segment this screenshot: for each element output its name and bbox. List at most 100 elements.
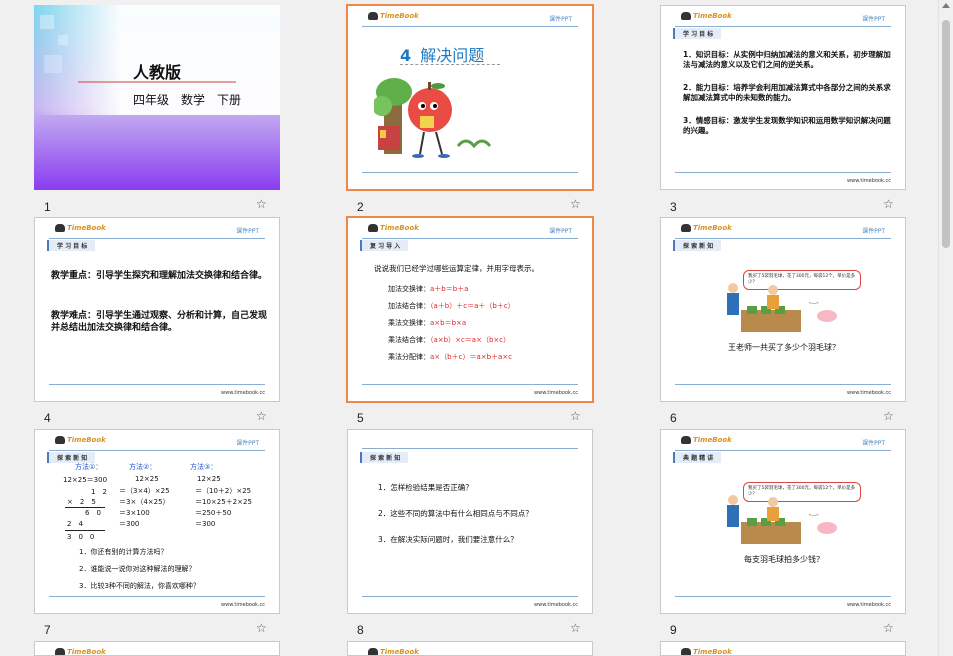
method-1-label: 方法①： — [75, 463, 103, 471]
slide-2-title-number: 4 — [400, 46, 412, 65]
footer-url: www.timebook.cc — [847, 602, 891, 608]
timebook-logo: TimeBook — [368, 648, 419, 655]
timebook-logo: TimeBook — [368, 224, 419, 232]
law-row: 乘法交换律：a×b＝b×a — [388, 319, 467, 327]
slide-7-question: 2．谁能说一说你对这种解法的理解？ — [79, 565, 196, 573]
slide-5-intro: 说说我们已经学过哪些运算定律，并用字母表示。 — [374, 264, 539, 273]
svg-text:"一": "一" — [809, 302, 819, 308]
method-1-line: 1 2 — [91, 488, 107, 496]
method-2-line: 12×25 — [135, 475, 159, 483]
slide-thumbnail-5[interactable]: TimeBook 课件PPT 复 习 导 入 说说我们已经学过哪些运算定律，并用… — [346, 216, 594, 403]
slide-thumbnail-10[interactable]: TimeBook — [34, 641, 280, 656]
footer-rule — [362, 596, 578, 597]
slide-thumbnail-1[interactable]: 人教版 四年级 数学 下册 — [34, 5, 280, 190]
footer-url: www.timebook.cc — [847, 178, 891, 184]
slide-thumbnail-11[interactable]: TimeBook — [347, 641, 593, 656]
courseware-label: 课件PPT — [549, 228, 572, 235]
header-rule — [362, 238, 578, 239]
method-1-line: 2 4 — [67, 520, 83, 528]
star-icon[interactable]: ☆ — [570, 198, 584, 210]
footer-url: www.timebook.cc — [847, 390, 891, 396]
header-rule — [675, 26, 891, 27]
slide-thumbnail-4[interactable]: TimeBook 课件PPT 学 习 目 标 教学重点：引导学生探究和理解加法交… — [34, 217, 280, 402]
star-icon[interactable]: ☆ — [570, 410, 584, 422]
method-3-line: 12×25 — [197, 475, 221, 483]
slide-number-5: 5 — [357, 411, 364, 425]
section-tag: 典 题 精 讲 — [673, 452, 722, 463]
method-3-label: 方法③： — [190, 463, 218, 471]
slide-number-2: 2 — [357, 200, 364, 214]
method-1-line: 12×25＝300 — [63, 476, 108, 484]
footer-rule — [675, 596, 891, 597]
slide-8-question: 2．这些不同的算法中有什么相同点与不同点？ — [378, 509, 533, 518]
star-icon[interactable]: ☆ — [256, 410, 270, 422]
method-3-line: ＝（10＋2）×25 — [195, 487, 252, 495]
slide-3-line-1: 1．知识目标：从实例中归纳加减法的意义和关系，初步理解加法与减法的意义以及它们之… — [683, 50, 891, 69]
header-rule — [675, 450, 891, 451]
slide-1-title: 人教版 — [132, 63, 181, 82]
footer-rule — [49, 384, 265, 385]
method-3-line: ＝250＋50 — [195, 509, 232, 517]
slide-2-title: 4 解决问题 — [400, 42, 484, 66]
star-icon[interactable]: ☆ — [883, 198, 897, 210]
slide-1-subtitle: 四年级 数学 下册 — [132, 93, 241, 107]
slide-4-key-point: 教学重点：引导学生探究和理解加法交换律和结合律。 — [51, 271, 268, 281]
slide-thumbnail-9[interactable]: TimeBook 课件PPT 典 题 精 讲 我买了5袋羽毛球，花了300元，每… — [660, 429, 906, 614]
vertical-scrollbar[interactable] — [938, 0, 953, 656]
courseware-label: 课件PPT — [236, 228, 259, 235]
footer-rule — [362, 384, 578, 385]
footer-url: www.timebook.cc — [221, 602, 265, 608]
slide-9-question: 每支羽毛球拍多少钱？ — [744, 555, 824, 564]
header-rule — [49, 450, 265, 451]
law-row: 加法结合律：（a＋b）＋c＝a＋（b＋c） — [388, 302, 515, 310]
method-2-line: ＝3×（4×25） — [119, 498, 170, 506]
courseware-label: 课件PPT — [862, 228, 885, 235]
footer-url: www.timebook.cc — [221, 390, 265, 396]
method-1-line: × 2 5 — [67, 498, 96, 506]
star-icon[interactable]: ☆ — [883, 622, 897, 634]
header-rule — [675, 238, 891, 239]
timebook-logo: TimeBook — [681, 12, 732, 20]
timebook-logo: TimeBook — [681, 224, 732, 232]
star-icon[interactable]: ☆ — [570, 622, 584, 634]
star-icon[interactable]: ☆ — [883, 410, 897, 422]
slide-number-9: 9 — [670, 623, 677, 637]
slide-thumbnail-12[interactable]: TimeBook — [660, 641, 906, 656]
timebook-logo: TimeBook — [681, 648, 732, 655]
classroom-illustration: "一" — [727, 495, 837, 544]
slide-thumbnail-2[interactable]: TimeBook 课件PPT 4 解决问题 — [346, 4, 594, 191]
method-1-line: 3 0 0 — [67, 533, 95, 541]
timebook-logo: TimeBook — [55, 436, 106, 444]
svg-text:"一": "一" — [809, 514, 819, 520]
slide-number-8: 8 — [357, 623, 364, 637]
scroll-up-arrow-icon[interactable] — [942, 3, 950, 8]
slide-thumbnail-8[interactable]: 探 索 新 知 1．怎样检验结果是否正确？ 2．这些不同的算法中有什么相同点与不… — [347, 429, 593, 614]
star-icon[interactable]: ☆ — [256, 198, 270, 210]
slide-thumbnail-7[interactable]: TimeBook 课件PPT 探 索 新 知 方法①： 方法②： 方法③： 12… — [34, 429, 280, 614]
law-list: 加法交换律：a＋b＝b＋a 加法结合律：（a＋b）＋c＝a＋（b＋c） 乘法交换… — [388, 284, 515, 369]
slide-7-question: 3．比较3种不同的解法，你喜欢哪种？ — [79, 582, 200, 590]
timebook-logo: TimeBook — [55, 648, 106, 655]
star-icon[interactable]: ☆ — [256, 622, 270, 634]
slide-6-question: 王老师一共买了多少个羽毛球？ — [728, 343, 840, 352]
footer-url: www.timebook.cc — [534, 390, 578, 396]
section-tag: 复 习 导 入 — [360, 240, 409, 251]
slide-3-line-2: 2．能力目标：培养学会利用加减法算式中各部分之间的关系求解加减法算式中的未知数的… — [683, 83, 891, 102]
footer-url: www.timebook.cc — [534, 602, 578, 608]
header-rule — [362, 26, 578, 27]
classroom-illustration: "一" — [727, 283, 837, 332]
timebook-logo: TimeBook — [368, 12, 419, 20]
courseware-label: 课件PPT — [862, 16, 885, 23]
method-2-label: 方法②： — [129, 463, 157, 471]
slide-thumbnail-6[interactable]: TimeBook 课件PPT 探 索 新 知 我买了5袋羽毛球，花了300元，每… — [660, 217, 906, 402]
courseware-label: 课件PPT — [236, 440, 259, 447]
footer-rule — [675, 384, 891, 385]
slide-number-7: 7 — [44, 623, 51, 637]
scrollbar-thumb[interactable] — [942, 20, 950, 248]
slide-thumbnail-3[interactable]: TimeBook 课件PPT 学 习 目 标 1．知识目标：从实例中归纳加减法的… — [660, 5, 906, 190]
slide-2-title-text: 解决问题 — [420, 46, 485, 65]
courseware-label: 课件PPT — [549, 16, 572, 23]
section-tag: 学 习 目 标 — [673, 28, 722, 39]
slide-number-6: 6 — [670, 411, 677, 425]
law-row: 乘法分配律：a×（b＋c）＝a×b＋a×c — [388, 353, 513, 361]
